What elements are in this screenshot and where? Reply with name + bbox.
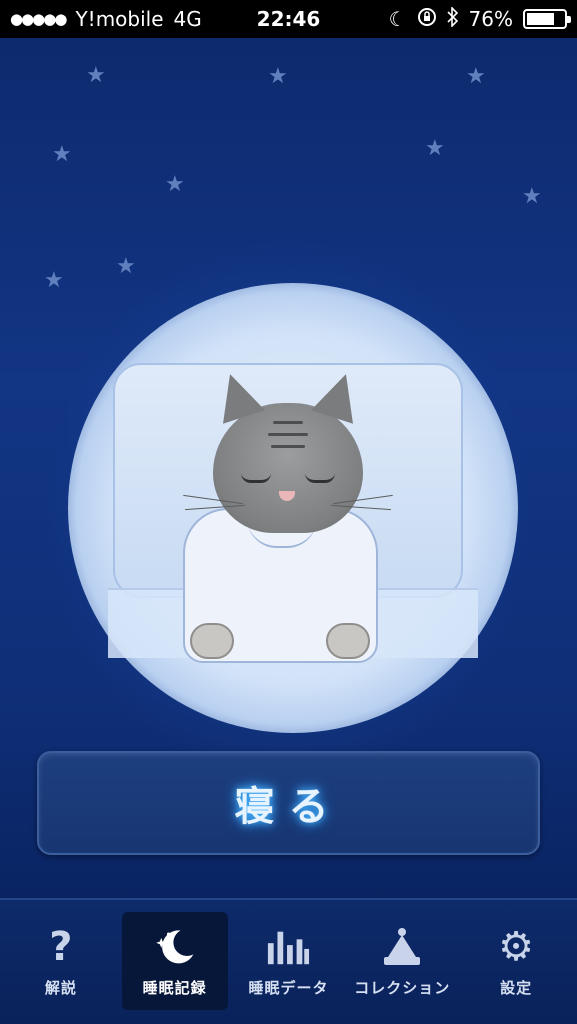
star-icon: ★ [44, 268, 64, 293]
moon-stars-icon [153, 925, 197, 969]
star-icon: ★ [466, 64, 486, 89]
kitten-head [183, 367, 393, 533]
sleep-button[interactable]: 寝る [37, 751, 540, 855]
fur-stripe [268, 433, 308, 436]
battery-fill [527, 13, 555, 25]
bluetooth-icon [446, 5, 459, 32]
star-icon: ★ [522, 184, 542, 209]
tab-collection[interactable]: コレクション [349, 912, 455, 1010]
tab-label: 睡眠データ [248, 978, 329, 997]
bar-chart-icon [266, 925, 310, 969]
tab-settings[interactable]: ⚙ 設定 [463, 912, 569, 1010]
fur-stripe [271, 445, 305, 448]
kitten-left-paw [190, 623, 234, 659]
orientation-lock-icon [417, 7, 437, 32]
kitten-left-eye [241, 473, 271, 483]
nightcap-icon [380, 925, 424, 969]
tab-label: 睡眠記録 [142, 978, 207, 997]
star-icon: ★ [268, 64, 288, 89]
star-icon: ★ [86, 63, 106, 88]
gear-icon: ⚙ [498, 923, 534, 970]
status-left: ●●●●● Y!mobile 4G [10, 7, 230, 31]
star-icon: ★ [165, 172, 185, 197]
kitten-right-eye [305, 473, 335, 483]
carrier-name: Y!mobile [75, 7, 164, 31]
fur-stripe [273, 421, 303, 424]
status-bar: ●●●●● Y!mobile 4G 22:46 ☾ 76% [0, 0, 577, 38]
star-icon: ★ [52, 142, 72, 167]
do-not-disturb-icon: ☾ [388, 7, 407, 31]
question-icon: ? [49, 923, 73, 970]
sleeping-kitten-illustration [68, 283, 518, 733]
battery-icon [523, 9, 571, 29]
star-icon: ★ [425, 136, 445, 161]
tab-label: コレクション [354, 978, 451, 997]
tab-bar: ? 解説 睡眠記録 睡眠データ コレクション ⚙ 設定 [0, 898, 577, 1024]
tab-sleep-record[interactable]: 睡眠記録 [121, 912, 228, 1010]
kitten-nose [279, 491, 295, 501]
network-type: 4G [173, 7, 202, 31]
tab-label: 解説 [44, 978, 77, 997]
tab-sleep-data[interactable]: 睡眠データ [235, 912, 341, 1010]
battery-percent: 76% [468, 7, 513, 31]
sleep-button-label: 寝る [234, 784, 343, 830]
tab-label: 設定 [500, 978, 533, 997]
kitten-right-paw [326, 623, 370, 659]
star-icon: ★ [116, 254, 136, 279]
status-right: ☾ 76% [388, 5, 571, 32]
tab-guide[interactable]: ? 解説 [8, 912, 114, 1010]
signal-strength-icon: ●●●●● [10, 10, 67, 28]
